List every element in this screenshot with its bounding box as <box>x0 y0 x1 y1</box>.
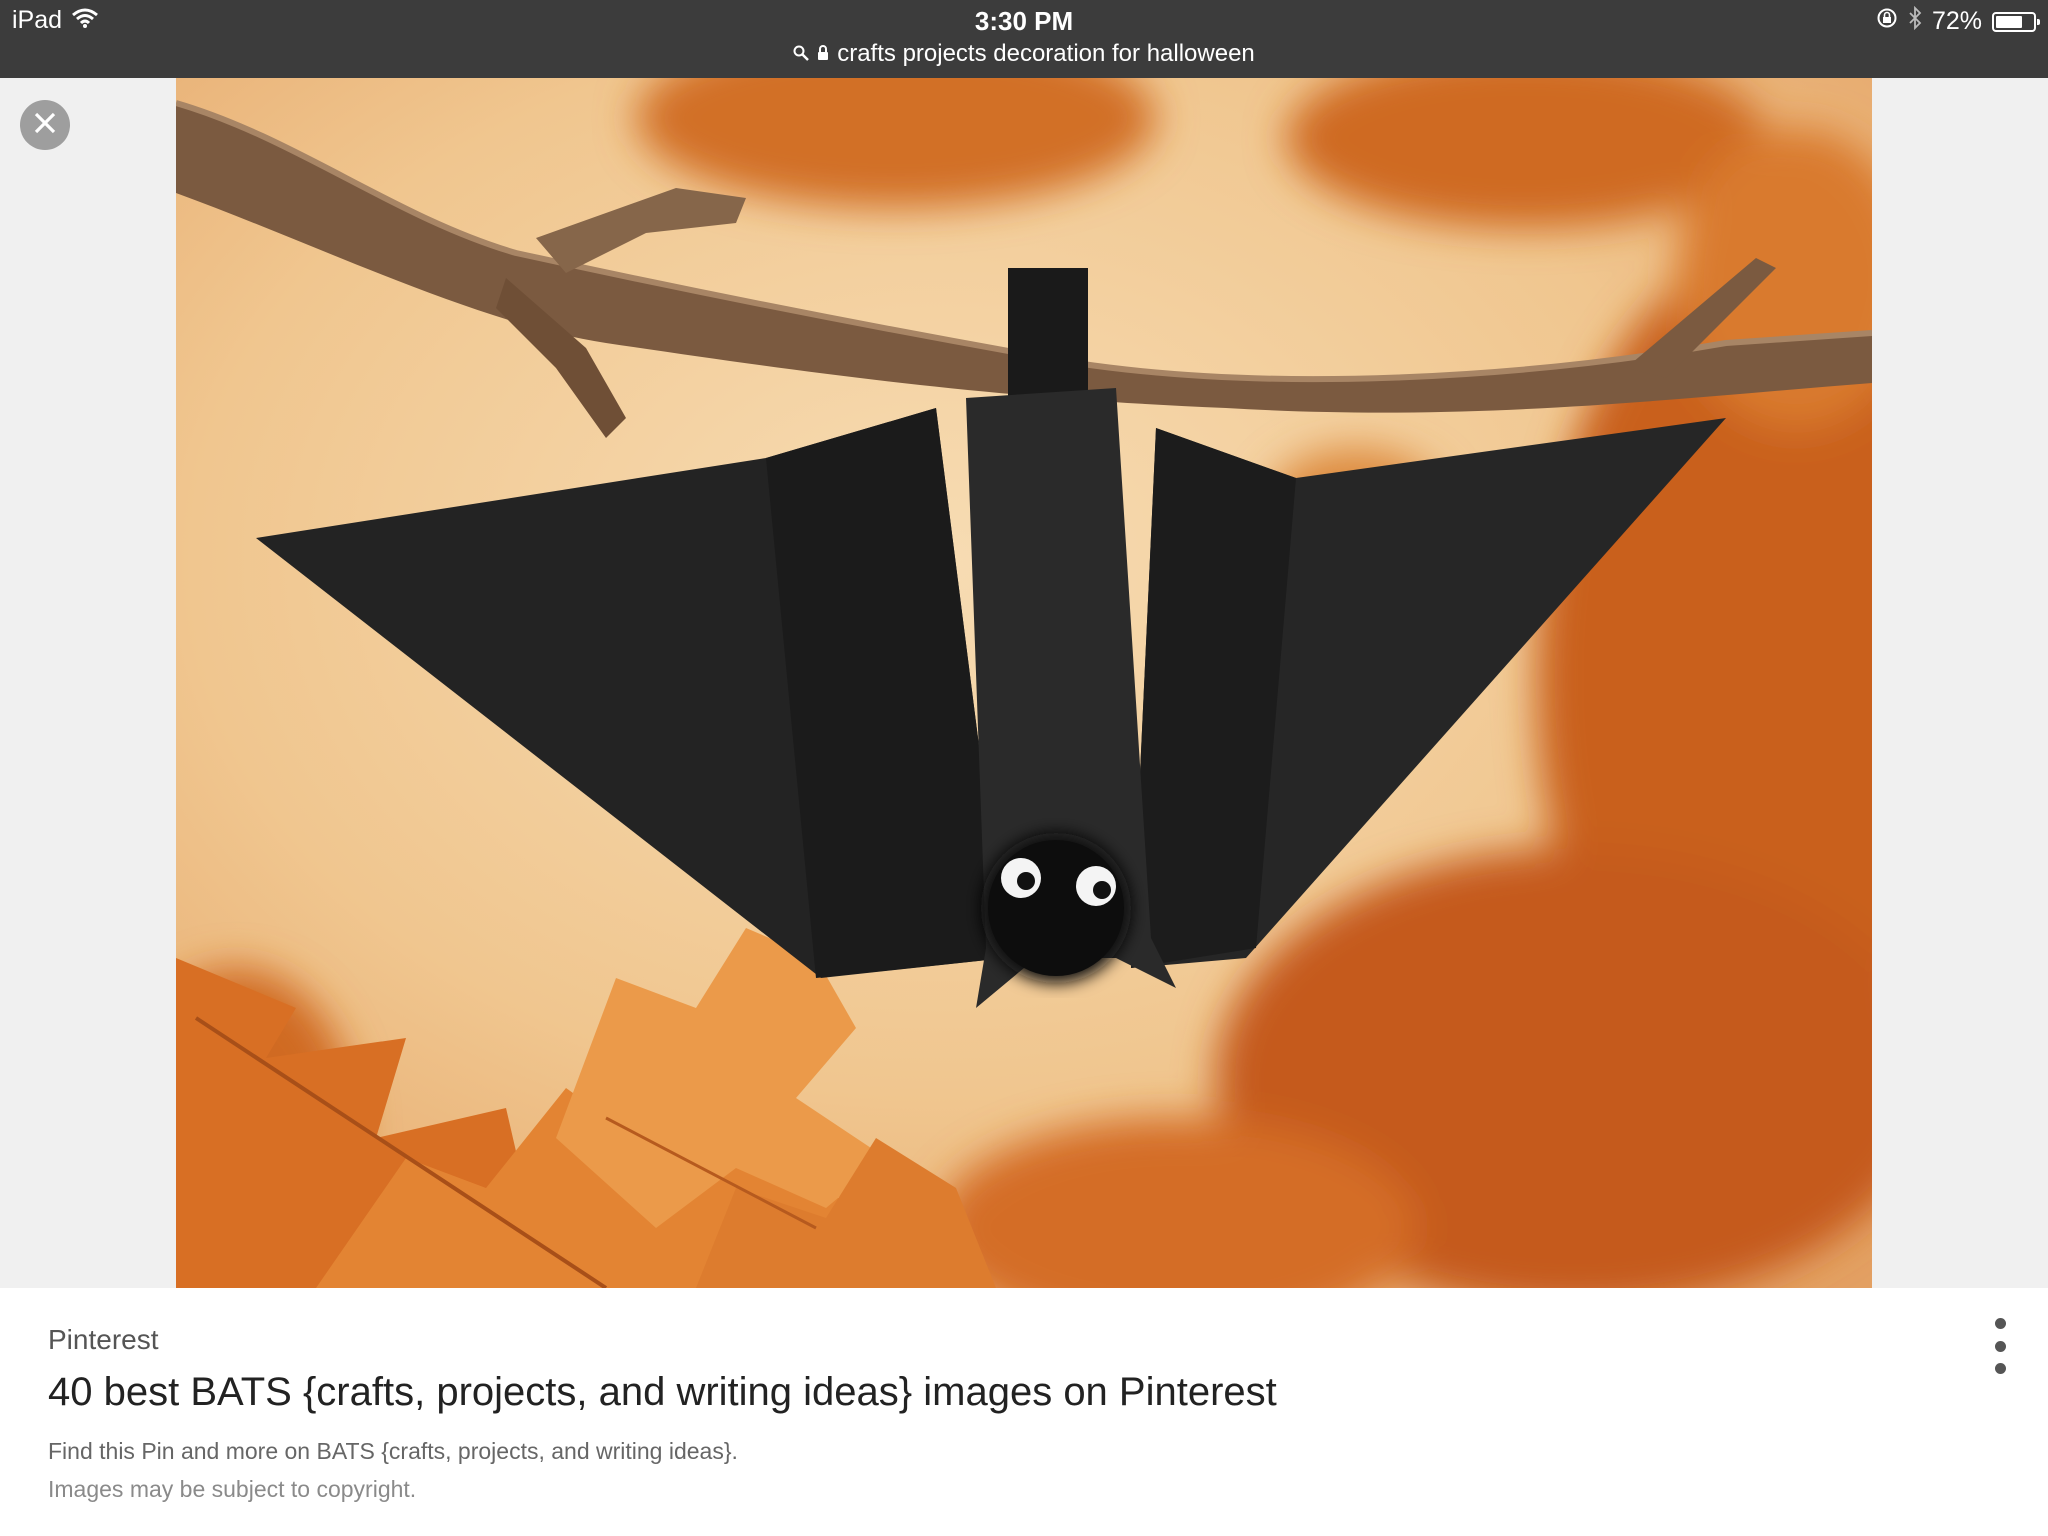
close-icon <box>32 110 58 141</box>
result-title[interactable]: 40 best BATS {crafts, projects, and writ… <box>48 1370 1277 1415</box>
more-options-button[interactable] <box>1980 1318 2020 1374</box>
result-description: Find this Pin and more on BATS {crafts, … <box>48 1438 738 1464</box>
address-bar[interactable]: crafts projects decoration for halloween <box>0 40 2048 68</box>
bluetooth-icon <box>1908 5 1922 37</box>
source-label[interactable]: Pinterest <box>48 1324 159 1356</box>
close-button[interactable] <box>20 100 70 150</box>
orientation-lock-icon <box>1876 7 1898 36</box>
battery-icon <box>1992 11 2040 32</box>
bat-craft-photo <box>176 78 1872 1288</box>
battery-fill <box>1996 15 2022 28</box>
clock: 3:30 PM <box>974 6 1074 36</box>
battery-percent: 72% <box>1931 7 1982 35</box>
more-vert-icon <box>1994 1318 2006 1329</box>
status-right: 72% <box>1876 5 2040 37</box>
status-bar: iPad 3:30 PM crafts projects decoration … <box>0 0 2048 78</box>
result-info-panel: Pinterest 40 best BATS {crafts, projects… <box>0 1288 2048 1536</box>
url-text: crafts projects decoration for halloween <box>837 40 1255 67</box>
lock-icon <box>817 40 829 68</box>
search-icon <box>793 40 810 68</box>
result-image[interactable] <box>176 78 1872 1288</box>
copyright-notice: Images may be subject to copyright. <box>48 1476 417 1502</box>
